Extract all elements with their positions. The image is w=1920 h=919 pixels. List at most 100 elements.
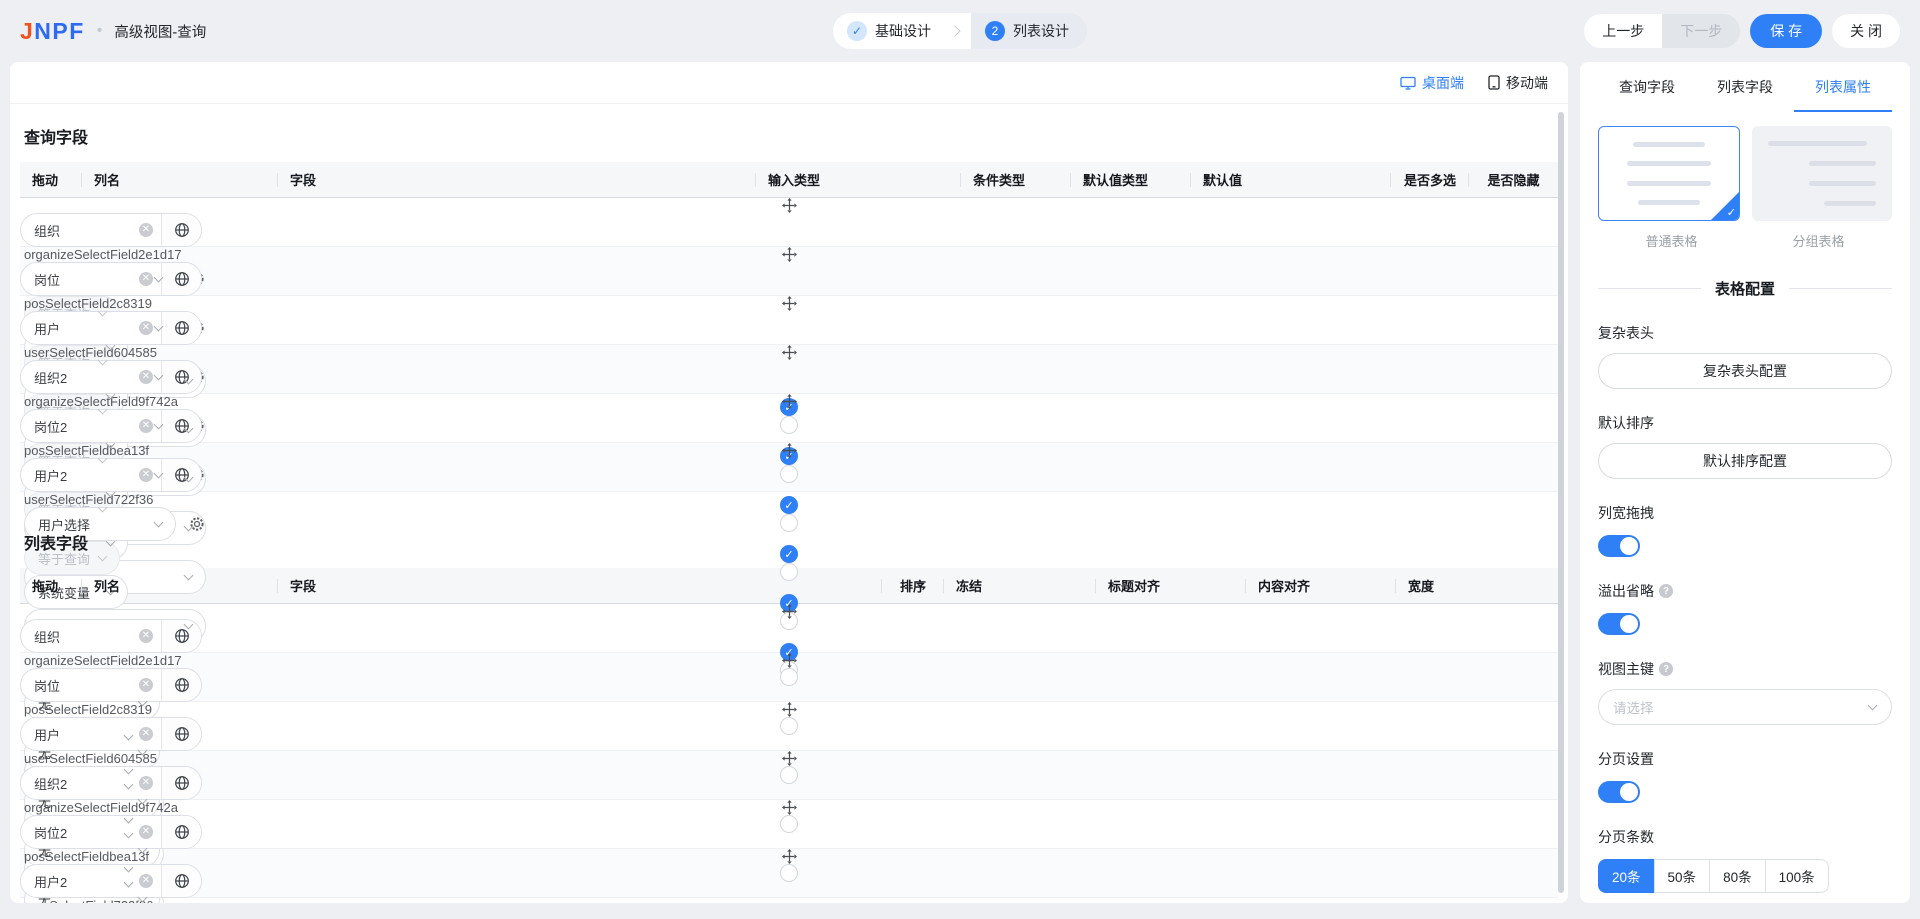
drag-handle-icon[interactable] bbox=[781, 702, 797, 717]
page-layout: 桌面端 移动端 查询字段 拖动 列名 字段 输入类型 条件类型 默认值类型 默认… bbox=[0, 62, 1920, 903]
clear-icon[interactable]: ✕ bbox=[139, 727, 153, 741]
view-primary-key-placeholder: 请选择 bbox=[1613, 701, 1654, 716]
tab-list-properties[interactable]: 列表属性 bbox=[1794, 62, 1892, 112]
drag-cell bbox=[20, 198, 1558, 213]
close-button[interactable]: 关 闭 bbox=[1832, 14, 1900, 48]
translate-globe-button[interactable] bbox=[161, 669, 201, 701]
drag-handle-icon[interactable] bbox=[781, 198, 797, 213]
step-basic-design[interactable]: ✓ 基础设计 bbox=[833, 13, 939, 49]
column-drag-toggle-on[interactable] bbox=[1598, 535, 1640, 557]
drag-handle-icon[interactable] bbox=[781, 296, 797, 311]
drag-cell bbox=[20, 849, 1558, 864]
column-name-input[interactable] bbox=[21, 677, 139, 693]
column-name-input-group: ✕ bbox=[20, 458, 202, 492]
column-name-input-group: ✕ bbox=[20, 815, 202, 849]
tab-query-fields[interactable]: 查询字段 bbox=[1598, 62, 1696, 112]
view-primary-key-label: 视图主键 ? bbox=[1598, 659, 1892, 679]
drag-handle-icon[interactable] bbox=[781, 751, 797, 766]
save-button[interactable]: 保 存 bbox=[1750, 14, 1823, 48]
translate-globe-button[interactable] bbox=[161, 312, 201, 344]
translate-globe-button[interactable] bbox=[161, 718, 201, 750]
column-name-input[interactable] bbox=[21, 873, 139, 889]
page-size-80[interactable]: 80条 bbox=[1709, 859, 1766, 893]
query-table-row: ✕ userSelectField722f36 用户选择 bbox=[20, 443, 1558, 679]
clear-icon[interactable]: ✕ bbox=[139, 678, 153, 692]
table-style-group-card[interactable] bbox=[1752, 126, 1892, 221]
drag-handle-icon[interactable] bbox=[781, 653, 797, 668]
column-name-input[interactable] bbox=[21, 467, 139, 483]
column-name-input[interactable] bbox=[21, 775, 139, 791]
overflow-ellipsis-toggle-on[interactable] bbox=[1598, 613, 1640, 635]
list-fields-table: 拖动 列名 字段 排序 冻结 标题对齐 内容对齐 宽度 组织 ✕ organiz… bbox=[20, 568, 1558, 903]
drag-cell bbox=[20, 394, 1558, 409]
col-header-freeze: 冻结 bbox=[944, 568, 1096, 603]
column-name-input[interactable] bbox=[21, 222, 139, 238]
query-table-row: ✕ organizeSelectField2e1d17 组织选择 bbox=[20, 198, 1558, 434]
clear-icon[interactable]: ✕ bbox=[139, 825, 153, 839]
translate-globe-button[interactable] bbox=[161, 865, 201, 897]
clear-icon[interactable]: ✕ bbox=[139, 874, 153, 888]
column-name-input[interactable] bbox=[21, 628, 139, 644]
clear-icon[interactable]: ✕ bbox=[139, 370, 153, 384]
page-size-20[interactable]: 20条 bbox=[1598, 859, 1655, 893]
help-icon[interactable]: ? bbox=[1659, 662, 1673, 676]
vertical-scrollbar-thumb[interactable] bbox=[1558, 112, 1564, 893]
drag-cell bbox=[20, 247, 1558, 262]
page-size-100[interactable]: 100条 bbox=[1764, 859, 1829, 893]
name-cell: ✕ bbox=[20, 311, 1558, 345]
clear-icon[interactable]: ✕ bbox=[139, 419, 153, 433]
col-header-width: 宽度 bbox=[1408, 579, 1435, 594]
chevron-down-icon bbox=[97, 551, 108, 561]
column-name-input[interactable] bbox=[21, 418, 139, 434]
clear-icon[interactable]: ✕ bbox=[139, 629, 153, 643]
column-name-input[interactable] bbox=[21, 271, 139, 287]
table-config-title: 表格配置 bbox=[1715, 281, 1776, 298]
translate-globe-button[interactable] bbox=[161, 263, 201, 295]
sidebar-tabs: 查询字段 列表字段 列表属性 bbox=[1598, 62, 1892, 112]
col-header-multi-select: 是否多选 bbox=[1391, 162, 1469, 197]
column-name-input[interactable] bbox=[21, 726, 139, 742]
tab-mobile[interactable]: 移动端 bbox=[1488, 73, 1548, 93]
drag-handle-icon[interactable] bbox=[781, 345, 797, 360]
drag-handle-icon[interactable] bbox=[781, 394, 797, 409]
translate-globe-button[interactable] bbox=[161, 214, 201, 246]
page-size-50[interactable]: 50条 bbox=[1653, 859, 1711, 893]
column-name-input-group: ✕ bbox=[20, 213, 202, 247]
translate-globe-button[interactable] bbox=[161, 620, 201, 652]
step-list-design[interactable]: 2 列表设计 bbox=[971, 13, 1087, 49]
view-primary-key-select[interactable]: 请选择 bbox=[1598, 689, 1892, 725]
pagination-toggle-on[interactable] bbox=[1598, 781, 1640, 803]
default-sort-config-button[interactable]: 默认排序配置 bbox=[1598, 443, 1892, 479]
drag-handle-icon[interactable] bbox=[781, 443, 797, 458]
next-step-button-disabled[interactable]: 下一步 bbox=[1662, 14, 1741, 48]
translate-globe-button[interactable] bbox=[161, 767, 201, 799]
drag-handle-icon[interactable] bbox=[781, 604, 797, 619]
clear-icon[interactable]: ✕ bbox=[139, 321, 153, 335]
table-style-normal-card[interactable]: ✓ bbox=[1598, 126, 1740, 221]
column-name-input[interactable] bbox=[21, 320, 139, 336]
clear-icon[interactable]: ✕ bbox=[139, 272, 153, 286]
canvas-content: 查询字段 拖动 列名 字段 输入类型 条件类型 默认值类型 默认值 是否多选 是… bbox=[10, 124, 1568, 903]
complex-header-config-button[interactable]: 复杂表头配置 bbox=[1598, 353, 1892, 389]
tab-list-fields[interactable]: 列表字段 bbox=[1696, 62, 1794, 112]
drag-cell bbox=[20, 296, 1558, 311]
drag-handle-icon[interactable] bbox=[781, 800, 797, 815]
translate-globe-button[interactable] bbox=[161, 459, 201, 491]
translate-globe-button[interactable] bbox=[161, 816, 201, 848]
translate-globe-button[interactable] bbox=[161, 410, 201, 442]
help-icon[interactable]: ? bbox=[1659, 584, 1673, 598]
drag-handle-icon[interactable] bbox=[781, 247, 797, 262]
tab-desktop[interactable]: 桌面端 bbox=[1400, 73, 1464, 93]
name-cell: ✕ bbox=[20, 619, 1558, 653]
page-title: 高级视图-查询 bbox=[114, 24, 207, 41]
field-code: userSelectField722f36 bbox=[24, 492, 154, 507]
prev-step-button[interactable]: 上一步 bbox=[1584, 14, 1663, 48]
clear-icon[interactable]: ✕ bbox=[139, 468, 153, 482]
translate-globe-button[interactable] bbox=[161, 361, 201, 393]
column-name-input[interactable] bbox=[21, 824, 139, 840]
drag-handle-icon[interactable] bbox=[781, 849, 797, 864]
column-name-input[interactable] bbox=[21, 369, 139, 385]
clear-icon[interactable]: ✕ bbox=[139, 223, 153, 237]
clear-icon[interactable]: ✕ bbox=[139, 776, 153, 790]
column-name-input-group: ✕ bbox=[20, 717, 202, 751]
